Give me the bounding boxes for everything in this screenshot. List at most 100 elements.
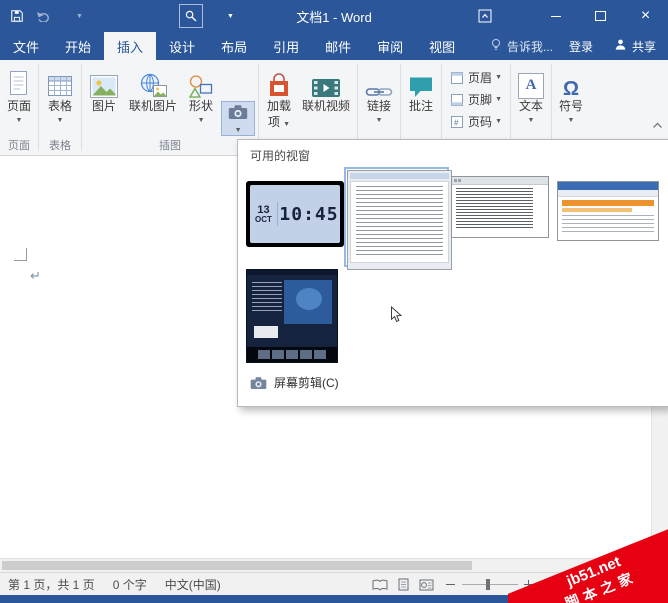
- thumbnail-art: [452, 177, 548, 185]
- sign-in-button[interactable]: 登录: [569, 38, 593, 55]
- tab-mailings[interactable]: 邮件: [312, 32, 364, 60]
- screen-clipping-item[interactable]: 屏幕剪辑(C): [250, 374, 339, 391]
- thumbnail-art: [250, 278, 334, 340]
- tab-layout[interactable]: 布局: [208, 32, 260, 60]
- save-icon[interactable]: [10, 9, 24, 23]
- tabrow-right: 告诉我... 登录 共享: [469, 32, 668, 60]
- clock-time: 10:45: [278, 204, 340, 225]
- page-number-button[interactable]: # 页码 ▼: [450, 113, 502, 130]
- group-label-table: 表格: [39, 137, 81, 153]
- table-icon: [46, 65, 74, 99]
- quick-access-toolbar: ▼ ▼: [10, 0, 246, 32]
- thumbnail-art: [272, 350, 284, 359]
- minimize-button[interactable]: [533, 0, 578, 32]
- scroll-down-arrow-icon[interactable]: [656, 546, 664, 554]
- clock-month: OCT: [255, 216, 272, 225]
- tab-view[interactable]: 视图: [416, 32, 468, 60]
- margin-crop-mark: [14, 248, 27, 261]
- share-label: 共享: [632, 38, 656, 55]
- pages-button[interactable]: 页面 ▼: [2, 63, 36, 126]
- addins-label-line1: 加载: [267, 99, 291, 115]
- shapes-button[interactable]: 形状 ▼: [182, 63, 220, 126]
- chevron-down-icon: ▼: [495, 74, 502, 81]
- online-pictures-button[interactable]: 联机图片: [124, 63, 182, 117]
- window-thumbnail-clock[interactable]: 13 OCT 10:45: [246, 181, 344, 247]
- thumbnail-art: [296, 288, 322, 310]
- links-button[interactable]: 链接 ▼: [360, 63, 398, 126]
- thumbnail-art: [356, 186, 443, 258]
- thumbnail-art: [458, 179, 461, 182]
- search-icon[interactable]: [179, 4, 203, 28]
- page-number-label: 页码: [468, 113, 492, 130]
- group-label-pages: 页面: [0, 137, 38, 153]
- status-left: 第 1 页，共 1 页 0 个字 中文(中国): [8, 573, 239, 596]
- thumbnail-art: [350, 181, 449, 263]
- zoom-slider-thumb[interactable]: [486, 579, 490, 590]
- customize-toolbar-chevron-icon[interactable]: ▼: [227, 13, 234, 20]
- close-button[interactable]: ×: [623, 0, 668, 32]
- language-indicator[interactable]: 中文(中国): [165, 576, 221, 593]
- tab-home[interactable]: 开始: [52, 32, 104, 60]
- zoom-out-icon[interactable]: [446, 584, 455, 585]
- shapes-label: 形状: [189, 99, 213, 115]
- window-thumbnail-dark[interactable]: [246, 269, 338, 363]
- maximize-button[interactable]: [578, 0, 623, 32]
- screenshot-dropdown-panel: 可用的视窗 13 OCT 10:45: [237, 139, 668, 407]
- print-layout-icon[interactable]: [398, 578, 409, 591]
- web-layout-icon[interactable]: [419, 579, 434, 591]
- links-label: 链接: [367, 99, 391, 115]
- table-button[interactable]: 表格 ▼: [41, 63, 79, 126]
- paragraph-mark: ↵: [30, 268, 41, 284]
- zoom-in-icon[interactable]: [524, 580, 533, 589]
- undo-icon[interactable]: [36, 11, 52, 22]
- screenshot-button[interactable]: ▼: [221, 101, 255, 136]
- undo-chevron-icon[interactable]: ▼: [76, 13, 83, 20]
- online-video-label: 联机视频: [302, 99, 350, 115]
- horizontal-scrollbar-thumb[interactable]: [2, 561, 472, 570]
- ribbon-display-options-icon[interactable]: [478, 9, 492, 28]
- share-button[interactable]: 共享: [609, 38, 656, 55]
- thumbnail-art: [562, 200, 654, 206]
- window-thumbnail-document[interactable]: [344, 167, 449, 267]
- header-button[interactable]: 页眉 ▼: [450, 69, 502, 86]
- thumbnail-art: [454, 179, 457, 182]
- chevron-down-icon: ▼: [57, 117, 64, 124]
- comment-button[interactable]: 批注: [403, 63, 439, 117]
- tab-file[interactable]: 文件: [0, 32, 52, 60]
- online-video-button[interactable]: 联机视频: [297, 63, 355, 117]
- header-label: 页眉: [468, 69, 492, 86]
- camera-clip-icon: [250, 376, 267, 390]
- thumbnail-art: [558, 182, 658, 190]
- page-indicator[interactable]: 第 1 页，共 1 页: [8, 576, 95, 593]
- zoom-slider-track[interactable]: [462, 584, 518, 585]
- word-window: ▼ ▼ 文档1 - Word × 文件 开始 插入 设计 布局 引用 邮件 审阅…: [0, 0, 668, 603]
- tab-references[interactable]: 引用: [260, 32, 312, 60]
- tell-me-box[interactable]: 告诉我...: [485, 38, 553, 55]
- thumbnail-art: [562, 208, 632, 212]
- omega-icon: Ω: [563, 65, 579, 99]
- tab-design[interactable]: 设计: [156, 32, 208, 60]
- screenshot-column: ▼: [220, 63, 256, 136]
- addins-button[interactable]: 加载 项▼: [261, 63, 297, 132]
- thumbnail-art: [350, 173, 449, 179]
- thumbnail-art: [286, 350, 298, 359]
- addins-label-line2: 项▼: [268, 115, 290, 131]
- clock-face: 13 OCT 10:45: [250, 185, 340, 243]
- pictures-button[interactable]: 图片: [84, 63, 124, 117]
- thumbnail-art: [247, 347, 337, 362]
- symbols-button[interactable]: Ω 符号 ▼: [554, 63, 588, 126]
- collapse-ribbon-icon[interactable]: [652, 116, 663, 134]
- ribbon-group-pages: 页面 ▼ 页面: [0, 60, 38, 155]
- window-thumbnail-editor[interactable]: [451, 176, 549, 238]
- window-thumbnail-browser[interactable]: [557, 181, 659, 241]
- word-count[interactable]: 0 个字: [113, 576, 147, 593]
- horizontal-scrollbar[interactable]: [0, 558, 668, 573]
- tab-review[interactable]: 审阅: [364, 32, 416, 60]
- tab-insert[interactable]: 插入: [104, 32, 156, 60]
- tell-me-label: 告诉我...: [507, 38, 553, 55]
- read-mode-icon[interactable]: [372, 579, 388, 591]
- video-icon: [311, 65, 341, 99]
- text-button[interactable]: A 文本 ▼: [513, 63, 549, 126]
- footer-button[interactable]: 页脚 ▼: [450, 91, 502, 108]
- group-label-illustrations: 插图: [82, 137, 258, 153]
